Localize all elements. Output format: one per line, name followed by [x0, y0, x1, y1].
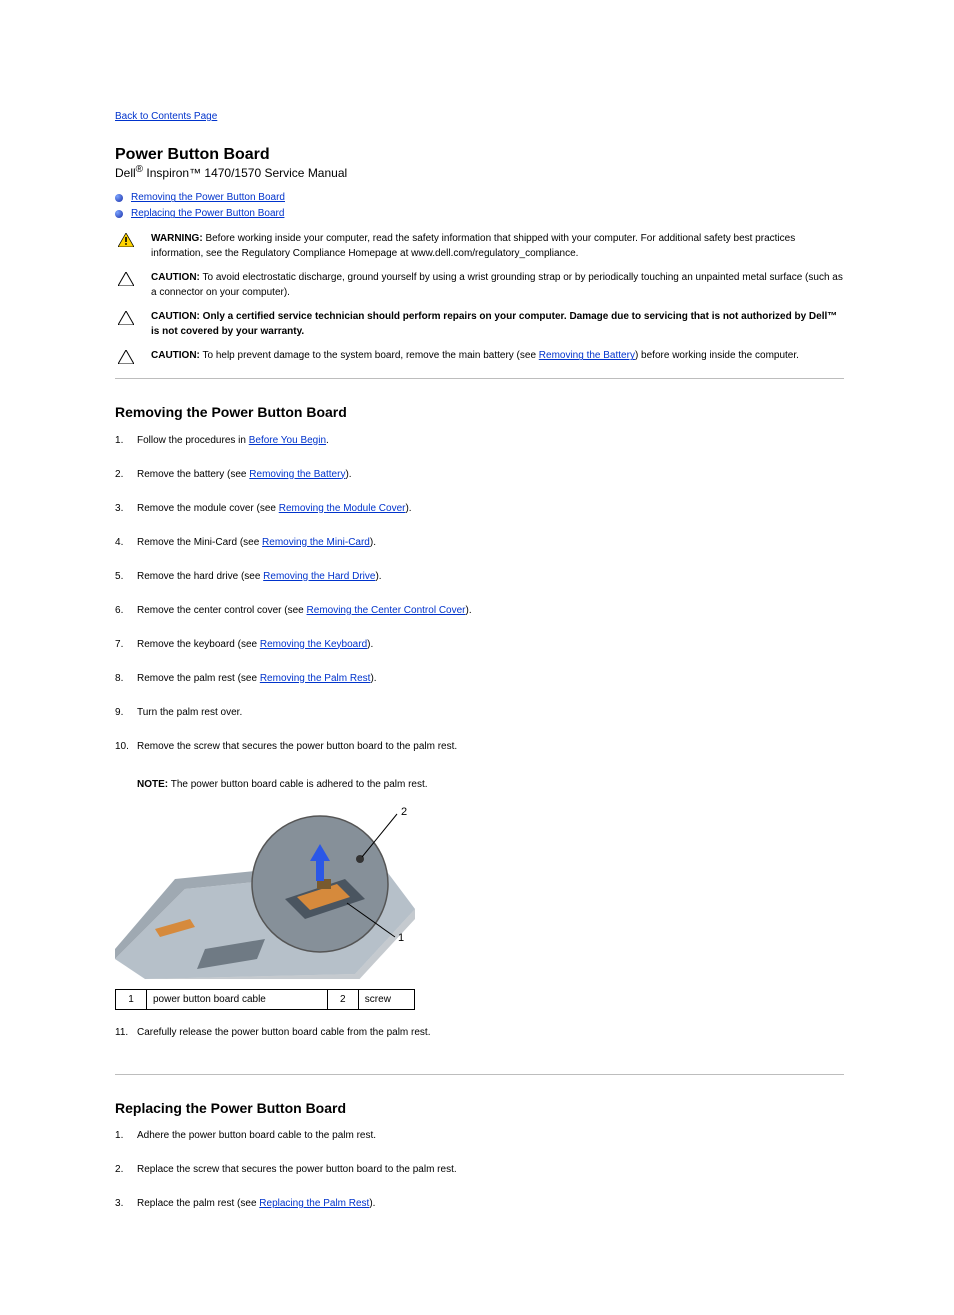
page-subtitle: Dell® Inspiron™ 1470/1570 Service Manual: [115, 166, 347, 180]
step-item: Replace the screw that secures the power…: [115, 1163, 844, 1197]
svg-text:2: 2: [401, 806, 407, 818]
toc-link-remove[interactable]: Removing the Power Button Board: [131, 192, 285, 203]
mini-toc: Removing the Power Button Board Replacin…: [115, 191, 844, 220]
caution-text: CAUTION: To help prevent damage to the s…: [137, 349, 844, 364]
step-link[interactable]: Removing the Battery: [249, 469, 345, 480]
toc-item[interactable]: Removing the Power Button Board: [115, 191, 844, 204]
back-to-contents[interactable]: Back to Contents Page: [115, 110, 844, 123]
caution-text: CAUTION: Only a certified service techni…: [137, 310, 844, 339]
section-divider: [115, 1074, 844, 1075]
palmrest-illustration: 2 1: [115, 799, 415, 979]
callout-label: power button board cable: [147, 989, 328, 1009]
svg-text:1: 1: [398, 932, 404, 944]
warning-icon: [115, 232, 137, 247]
caution-text: CAUTION: To avoid electrostatic discharg…: [137, 271, 844, 300]
note: NOTE: The power button board cable is ad…: [137, 778, 844, 795]
title-block: Power Button Board Dell® Inspiron™ 1470/…: [115, 145, 844, 181]
step-item: Carefully release the power button board…: [115, 1026, 844, 1060]
callout-num: 2: [327, 989, 358, 1009]
section-divider: [115, 378, 844, 379]
step-link[interactable]: Removing the Keyboard: [260, 639, 367, 650]
back-link[interactable]: Back to Contents Page: [115, 111, 217, 122]
step-item: Follow the procedures in Before You Begi…: [115, 434, 844, 468]
document-page: Back to Contents Page Power Button Board…: [0, 0, 954, 1315]
step-item: Remove the module cover (see Removing th…: [115, 502, 844, 536]
callout-num: 1: [116, 989, 147, 1009]
remove-steps: Follow the procedures in Before You Begi…: [115, 434, 844, 774]
page-title: Power Button Board: [115, 146, 270, 163]
step-link[interactable]: Removing the Palm Rest: [260, 673, 371, 684]
step-item: Remove the hard drive (see Removing the …: [115, 570, 844, 604]
removing-battery-link[interactable]: Removing the Battery: [539, 350, 635, 361]
caution-notice: CAUTION: To help prevent damage to the s…: [115, 349, 844, 364]
step-item: Remove the Mini-Card (see Removing the M…: [115, 536, 844, 570]
step-item: Remove the battery (see Removing the Bat…: [115, 468, 844, 502]
caution-icon: [115, 349, 137, 364]
table-row: 1 power button board cable 2 screw: [116, 989, 415, 1009]
step-link[interactable]: Removing the Module Cover: [279, 503, 406, 514]
section-heading-remove: Removing the Power Button Board: [115, 403, 844, 421]
replace-steps: Adhere the power button board cable to t…: [115, 1129, 844, 1231]
step-item: Remove the palm rest (see Removing the P…: [115, 672, 844, 706]
section-heading-replace: Replacing the Power Button Board: [115, 1099, 844, 1117]
caution-notice: CAUTION: Only a certified service techni…: [115, 310, 844, 339]
warning-notice: WARNING: Before working inside your comp…: [115, 232, 844, 261]
caution-notice: CAUTION: To avoid electrostatic discharg…: [115, 271, 844, 300]
caution-icon: [115, 310, 137, 325]
step-link[interactable]: Removing the Center Control Cover: [307, 605, 466, 616]
remove-steps-cont: Carefully release the power button board…: [115, 1026, 844, 1060]
step-link[interactable]: Before You Begin: [249, 435, 326, 446]
callout-label: screw: [358, 989, 414, 1009]
step-item: Adhere the power button board cable to t…: [115, 1129, 844, 1163]
step-link[interactable]: Removing the Hard Drive: [263, 571, 375, 582]
toc-item[interactable]: Replacing the Power Button Board: [115, 207, 844, 220]
callout-table: 1 power button board cable 2 screw: [115, 989, 415, 1010]
illustration-block: 2 1 1 power button board cable 2 screw: [115, 799, 415, 1010]
step-item: Remove the keyboard (see Removing the Ke…: [115, 638, 844, 672]
step-item: Turn the palm rest over.: [115, 706, 844, 740]
step-link[interactable]: Replacing the Palm Rest: [259, 1198, 369, 1209]
step-item: Replace the palm rest (see Replacing the…: [115, 1197, 844, 1231]
step-item: Remove the screw that secures the power …: [115, 740, 844, 774]
caution-icon: [115, 271, 137, 286]
toc-link-replace[interactable]: Replacing the Power Button Board: [131, 208, 284, 219]
warning-text: WARNING: Before working inside your comp…: [137, 232, 844, 261]
step-link[interactable]: Removing the Mini-Card: [262, 537, 370, 548]
step-item: Remove the center control cover (see Rem…: [115, 604, 844, 638]
